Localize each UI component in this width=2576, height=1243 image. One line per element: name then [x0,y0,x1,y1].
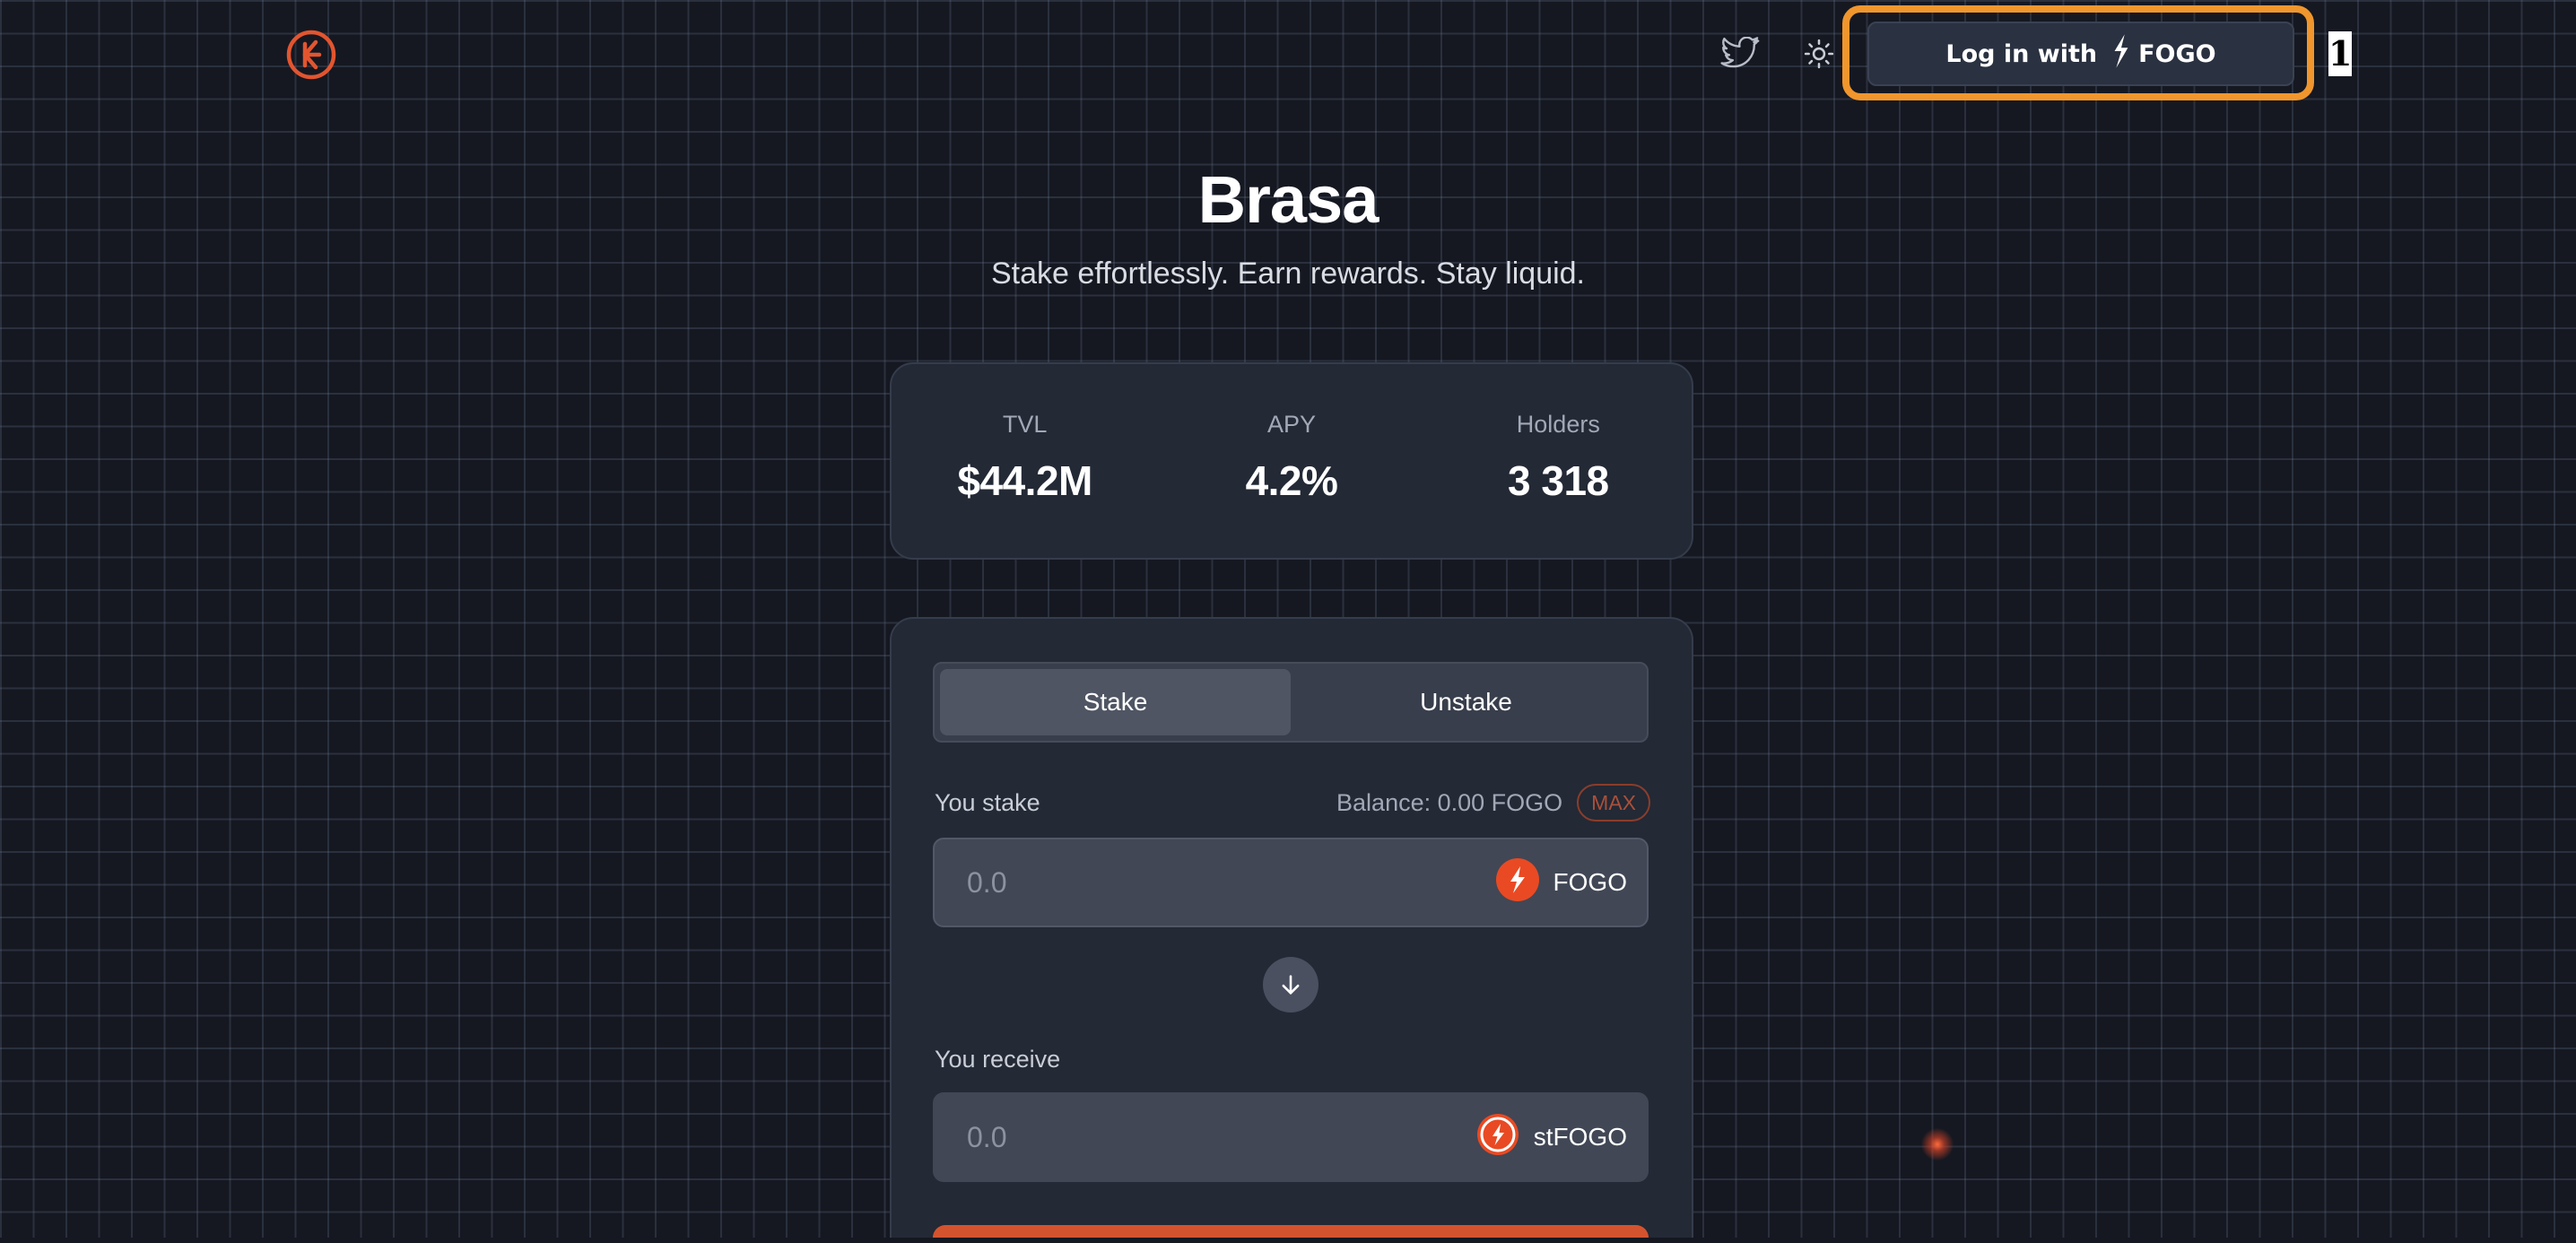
cursor-glow [1921,1128,1954,1160]
stat-apy: APY 4.2% [1158,364,1424,558]
stat-label: Holders [1516,411,1600,438]
stat-value: $44.2M [957,457,1092,504]
arrow-down-icon[interactable] [1263,957,1318,1013]
stake-token-label: FOGO [1553,868,1627,896]
tab-stake[interactable]: Stake [940,669,1291,735]
balance-row: Balance: 0.00 FOGO MAX [1292,784,1650,821]
brasa-logo-icon[interactable] [285,29,337,81]
fogo-token-icon [1495,857,1539,908]
stfogo-token-icon [1476,1113,1519,1162]
stat-holders: Holders 3 318 [1425,364,1692,558]
balance-text: Balance: 0.00 FOGO [1336,788,1563,816]
stake-token: FOGO [1495,857,1627,908]
page-subtitle: Stake effortlessly. Earn rewards. Stay l… [990,256,1586,291]
login-button-brand: FOGO [2110,33,2216,74]
twitter-icon[interactable] [1715,30,1765,77]
stake-amount-box: FOGO [933,838,1649,927]
annotation-marker: 1 [2328,31,2352,76]
page-title: Brasa [1197,162,1379,237]
stake-unstake-tabs: Stake Unstake [933,662,1649,743]
stat-label: APY [1266,411,1316,438]
login-button-prefix: Log in with [1945,39,2098,68]
receive-token-label: stFOGO [1533,1123,1627,1151]
receive-amount-box: stFOGO [933,1092,1649,1182]
window-bottom-edge [0,1238,2576,1243]
max-button[interactable]: MAX [1577,784,1650,821]
fogo-bolt-icon [2110,33,2133,74]
stat-label: TVL [1002,411,1048,438]
stat-value: 3 318 [1508,457,1609,504]
receive-amount-input [965,1119,1476,1155]
receive-token: stFOGO [1476,1113,1627,1162]
login-brand-label: FOGO [2138,39,2216,68]
sun-icon[interactable] [1794,30,1844,77]
stake-amount-input[interactable] [965,865,1496,900]
you-stake-label: You stake [935,789,1040,816]
login-with-fogo-button[interactable]: Log in with FOGO [1867,22,2294,86]
you-receive-label: You receive [935,1046,1061,1073]
stat-value: 4.2% [1245,457,1338,504]
stat-tvl: TVL $44.2M [892,364,1158,558]
tab-unstake[interactable]: Unstake [1291,669,1641,735]
stats-card: TVL $44.2M APY 4.2% Holders 3 318 [890,362,1693,560]
